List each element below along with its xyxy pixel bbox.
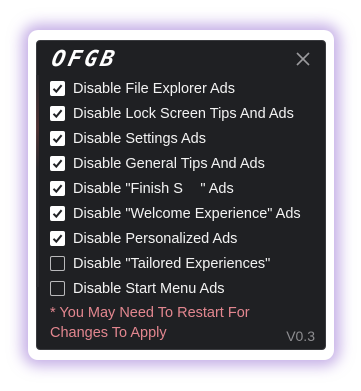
option-tailored-experiences[interactable]: Disable "Tailored Experiences" (50, 251, 301, 276)
app-logo: OFGB (49, 47, 120, 72)
option-label: Disable "Welcome Experience" Ads (73, 205, 301, 222)
option-general-tips-ads[interactable]: Disable General Tips And Ads (50, 151, 301, 176)
checkbox[interactable] (50, 281, 65, 296)
checkbox[interactable] (50, 206, 65, 221)
option-lock-screen-ads[interactable]: Disable Lock Screen Tips And Ads (50, 101, 301, 126)
option-label: Disable Lock Screen Tips And Ads (73, 105, 294, 122)
option-label: Disable "Tailored Experiences" (73, 255, 271, 272)
checkbox[interactable] (50, 156, 65, 171)
window-edge-accent (36, 75, 39, 287)
option-settings-ads[interactable]: Disable Settings Ads (50, 126, 301, 151)
close-icon[interactable] (294, 50, 312, 68)
option-start-menu-ads[interactable]: Disable Start Menu Ads (50, 276, 301, 301)
option-label: Disable Personalized Ads (73, 230, 238, 247)
checkmark-icon (52, 84, 63, 94)
option-label: Disable "Finish S " Ads (73, 180, 234, 197)
checkbox[interactable] (50, 181, 65, 196)
option-label: Disable Settings Ads (73, 130, 206, 147)
checkmark-icon (52, 109, 63, 119)
app-window: OFGB Disable File Explorer Ads Disable L… (36, 40, 326, 350)
option-label: Disable File Explorer Ads (73, 80, 235, 97)
checkbox[interactable] (50, 256, 65, 271)
checkbox[interactable] (50, 231, 65, 246)
options-list: Disable File Explorer Ads Disable Lock S… (50, 76, 301, 301)
checkmark-icon (52, 184, 63, 194)
option-file-explorer-ads[interactable]: Disable File Explorer Ads (50, 76, 301, 101)
checkbox[interactable] (50, 131, 65, 146)
checkmark-icon (52, 134, 63, 144)
checkmark-icon (52, 234, 63, 244)
option-finish-setup-ads[interactable]: Disable "Finish S " Ads (50, 176, 301, 201)
option-label: Disable General Tips And Ads (73, 155, 265, 172)
option-label: Disable Start Menu Ads (73, 280, 225, 297)
version-label: V0.3 (286, 328, 315, 344)
restart-note: * You May Need To Restart For Changes To… (50, 305, 250, 341)
checkmark-icon (52, 209, 63, 219)
option-personalized-ads[interactable]: Disable Personalized Ads (50, 226, 301, 251)
checkbox[interactable] (50, 81, 65, 96)
checkmark-icon (52, 159, 63, 169)
option-welcome-experience-ads[interactable]: Disable "Welcome Experience" Ads (50, 201, 301, 226)
checkbox[interactable] (50, 106, 65, 121)
